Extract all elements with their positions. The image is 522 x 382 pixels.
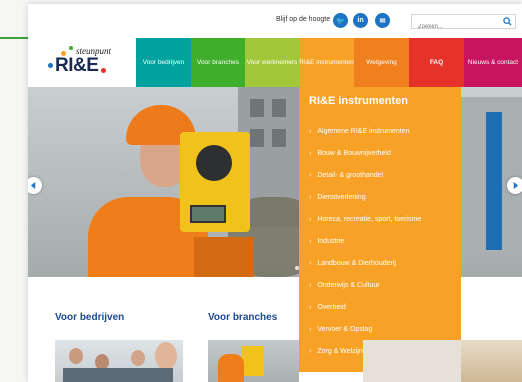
dropdown-item[interactable]: › Dienstverlening: [309, 194, 366, 201]
nav-label: Voor bedrijven: [142, 59, 185, 66]
chevron-right-icon: ›: [309, 194, 312, 201]
browser-frame: Blijf op de hoogte 🐦 in ✉ steunpunt RI&E…: [28, 4, 522, 382]
chevron-right-icon: ›: [309, 172, 312, 179]
bedrijven-thumbnail[interactable]: [55, 340, 183, 382]
dropdown-item[interactable]: › Detail- & groothandel: [309, 172, 383, 179]
nav-label: Nieuws & contact: [467, 59, 519, 66]
chevron-right-icon: ›: [309, 128, 312, 135]
dropdown-item-label: Bouw & Bouwnijverheid: [317, 150, 391, 157]
device-screen: [190, 205, 226, 223]
chevron-right-icon: ›: [309, 282, 312, 289]
blue-accent-bar: [486, 112, 502, 250]
nav-item-rie-instrumenten[interactable]: RI&E instrumenten: [299, 38, 354, 87]
nav-label: Voor werknemers: [246, 59, 298, 66]
search-icon[interactable]: [503, 17, 512, 26]
slider-next-button[interactable]: [507, 177, 522, 194]
dropdown-item-label: Dienstverlening: [317, 194, 366, 201]
dropdown-item-label: Industrie: [317, 238, 345, 245]
logo-dot: [48, 63, 53, 68]
building-window: [250, 129, 264, 147]
nav-item-voor-bedrijven[interactable]: Voor bedrijven: [136, 38, 191, 87]
nav-label: FAQ: [429, 59, 444, 66]
dropdown-item[interactable]: › Vervoer & Opslag: [309, 326, 372, 333]
nav-item-faq[interactable]: FAQ: [409, 38, 464, 87]
chevron-right-icon: ›: [309, 150, 312, 157]
chevron-right-icon: ›: [309, 304, 312, 311]
person-head: [69, 348, 83, 364]
linkedin-icon[interactable]: in: [353, 13, 368, 28]
main-nav: steunpunt RI&E Voor bedrijven Voor branc…: [28, 38, 522, 87]
nav-item-wetgeving[interactable]: Wetgeving: [354, 38, 409, 87]
dropdown-item[interactable]: › Bouw & Bouwnijverheid: [309, 150, 391, 157]
nav-item-voor-branches[interactable]: Voor branches: [191, 38, 245, 87]
logo[interactable]: steunpunt RI&E: [28, 38, 136, 87]
dropdown-title: RI&E instrumenten: [309, 95, 409, 107]
dropdown-item[interactable]: › Industrie: [309, 238, 344, 245]
logo-text: RI&E: [55, 55, 99, 76]
dropdown-item[interactable]: › Overheid: [309, 304, 346, 311]
section-title-branches[interactable]: Voor branches: [208, 312, 277, 323]
chevron-right-icon: ›: [309, 238, 312, 245]
branches-thumbnail[interactable]: [208, 340, 299, 382]
dropdown-item[interactable]: › Horeca, recreatie, sport, toerisme: [309, 216, 421, 223]
building-window: [250, 99, 264, 117]
top-bar: Blijf op de hoogte 🐦 in ✉: [28, 4, 522, 38]
nav-item-voor-werknemers[interactable]: Voor werknemers: [245, 38, 299, 87]
thumb-worker: [218, 354, 244, 382]
nav-label: Voor branches: [197, 59, 239, 66]
nav-item-nieuws-contact[interactable]: Nieuws & contact: [464, 38, 522, 87]
thumb-device: [242, 346, 264, 376]
chevron-right-icon: ›: [309, 326, 312, 333]
chevron-right-icon: ›: [309, 260, 312, 267]
mail-icon[interactable]: ✉: [375, 13, 390, 28]
search-input[interactable]: [412, 20, 500, 34]
dropdown-item-label: Landbouw & Dierhouderij: [317, 260, 396, 267]
person-head: [131, 350, 145, 366]
logo-dot: [101, 68, 106, 73]
chevron-right-icon: [513, 182, 519, 189]
dropdown-item-label: Overheid: [317, 304, 346, 311]
building-window: [272, 129, 286, 147]
dropdown-item[interactable]: › Landbouw & Dierhouderij: [309, 260, 396, 267]
person-body: [63, 368, 173, 382]
rie-dropdown-menu: RI&E instrumenten › Algemene RI&E instrum…: [299, 87, 461, 372]
chevron-left-icon: [30, 182, 36, 189]
twitter-icon[interactable]: 🐦: [333, 13, 348, 28]
chevron-right-icon: ›: [309, 348, 312, 355]
logo-dot: [69, 46, 73, 50]
dropdown-item-label: Algemene RI&E instrumenten: [317, 128, 410, 135]
search-box: [411, 14, 516, 34]
dropdown-item[interactable]: › Algemene RI&E instrumenten: [309, 128, 410, 135]
nav-label: RI&E instrumenten: [299, 59, 354, 66]
device-lens: [196, 145, 232, 181]
chevron-right-icon: ›: [309, 216, 312, 223]
dropdown-item-label: Zorg & Welzijn: [317, 348, 363, 355]
third-thumbnail[interactable]: [461, 340, 522, 382]
dropdown-item[interactable]: › Zorg & Welzijn: [309, 348, 363, 355]
dropdown-item[interactable]: › Onderwijs & Cultuur: [309, 282, 380, 289]
tripod: [194, 237, 254, 277]
section-title-bedrijven[interactable]: Voor bedrijven: [55, 312, 124, 323]
dropdown-item-label: Vervoer & Opslag: [317, 326, 373, 333]
dropdown-item-label: Onderwijs & Cultuur: [317, 282, 380, 289]
person-head: [155, 342, 177, 370]
partial-thumbnail[interactable]: [363, 340, 461, 382]
building-window: [272, 99, 286, 117]
dropdown-item-label: Horeca, recreatie, sport, toerisme: [317, 216, 422, 223]
nav-label: Wetgeving: [366, 59, 397, 66]
dropdown-item-label: Detail- & groothandel: [317, 172, 384, 179]
follow-text: Blijf op de hoogte: [276, 16, 331, 23]
